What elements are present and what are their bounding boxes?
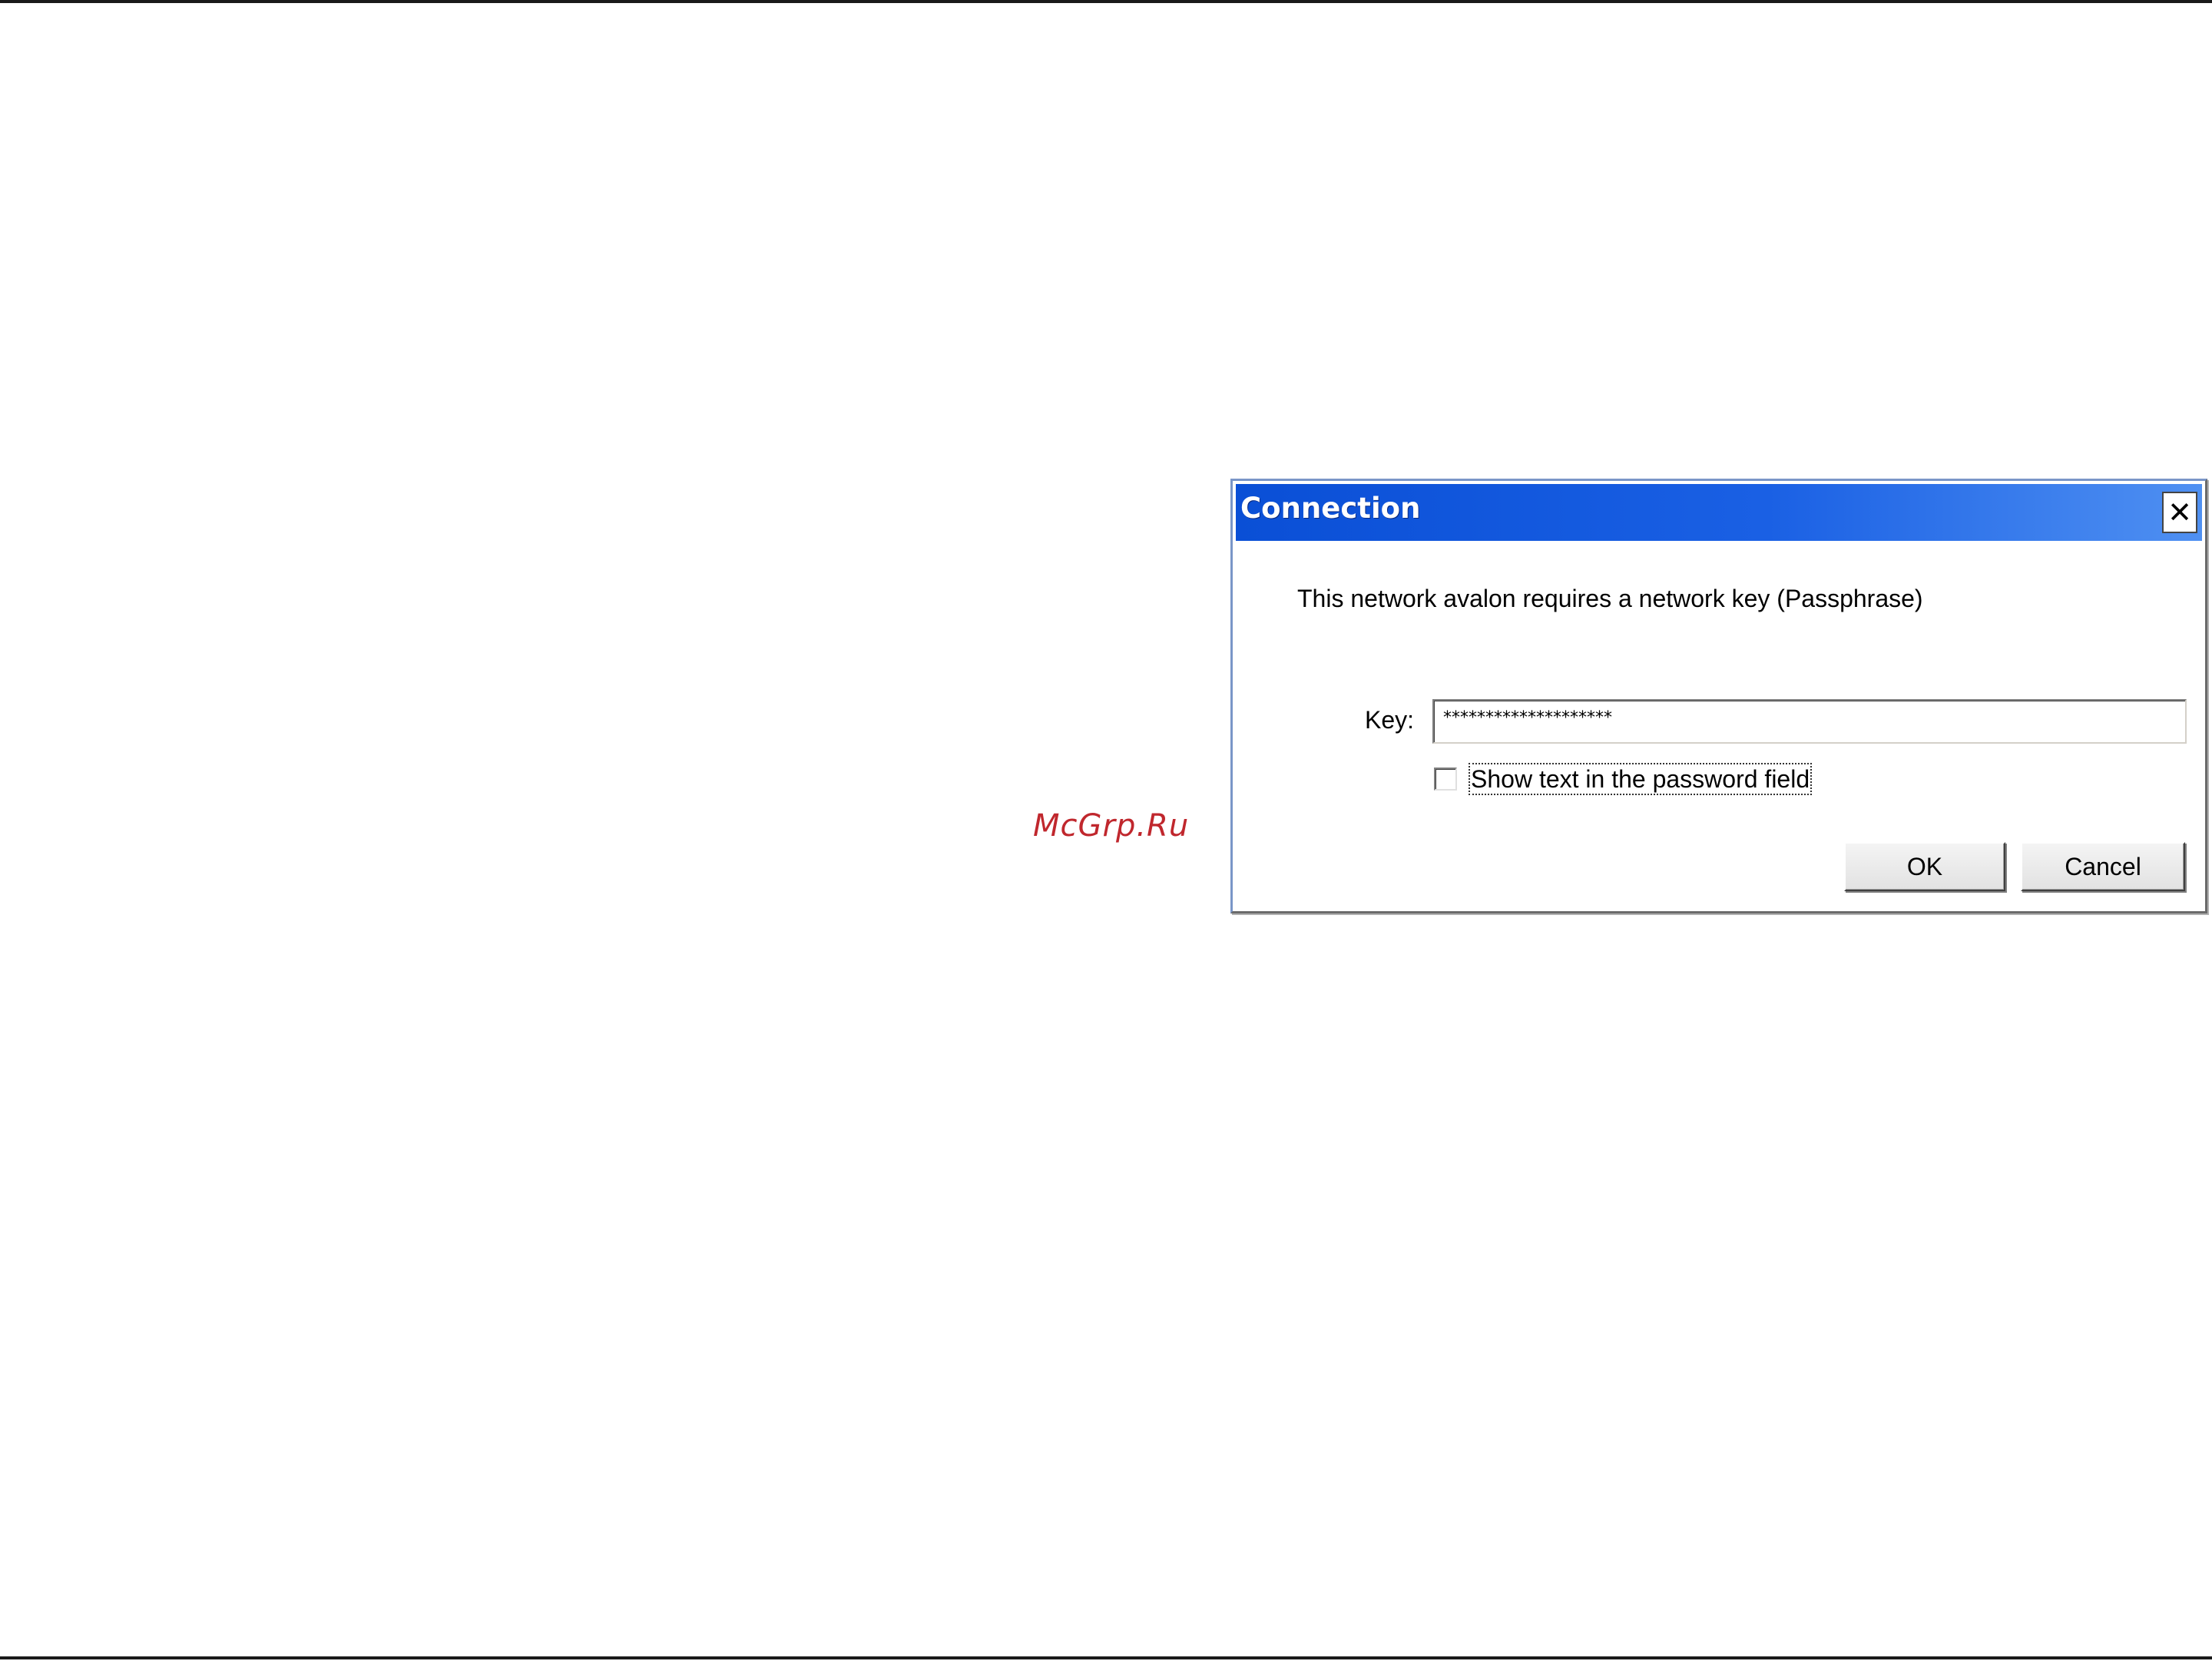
dialog-title: Connection — [1240, 492, 1421, 525]
show-text-checkbox[interactable] — [1434, 768, 1457, 791]
close-icon: ✕ — [2167, 496, 2192, 529]
cancel-button[interactable]: Cancel — [2021, 842, 2185, 891]
watermark-text: McGrp.Ru — [1033, 808, 1190, 844]
connection-dialog: Connection ✕ This network avalon require… — [1230, 479, 2207, 913]
page-top-rule — [0, 0, 2212, 3]
show-text-label[interactable]: Show text in the password field — [1468, 763, 1813, 795]
key-label: Key: — [1365, 706, 1415, 734]
close-button[interactable]: ✕ — [2162, 492, 2197, 533]
ok-button[interactable]: OK — [1844, 842, 2005, 891]
key-input[interactable]: ******************** — [1432, 699, 2187, 744]
page-bottom-rule — [0, 1656, 2212, 1659]
dialog-titlebar[interactable]: Connection ✕ — [1236, 484, 2202, 541]
dialog-message: This network avalon requires a network k… — [1297, 585, 1923, 612]
